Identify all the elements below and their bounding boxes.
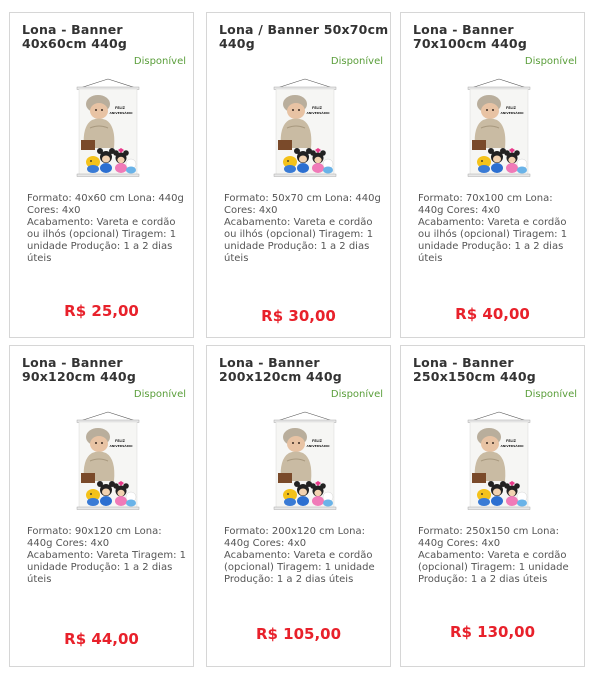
banner-image[interactable]: [467, 411, 531, 513]
product-card[interactable]: Lona - Banner 70x100cm 440g Disponível F…: [400, 12, 585, 338]
product-description: Formato: 50x70 cm Lona: 440g Cores: 4x0 …: [224, 193, 381, 264]
product-card[interactable]: Lona - Banner 200x120cm 440g Disponível …: [206, 345, 391, 667]
banner-image[interactable]: [76, 78, 140, 180]
product-price: R$ 40,00: [455, 305, 530, 323]
banner-image[interactable]: [273, 78, 337, 180]
banner-image[interactable]: [467, 78, 531, 180]
product-price: R$ 25,00: [64, 302, 139, 320]
product-title[interactable]: Lona - Banner 200x120cm 440g: [219, 356, 389, 384]
product-card[interactable]: Lona - Banner 250x150cm 440g Disponível …: [400, 345, 585, 667]
product-card[interactable]: Lona - Banner 90x120cm 440g Disponível F…: [9, 345, 194, 667]
product-price: R$ 130,00: [449, 623, 536, 641]
product-description: Formato: 40x60 cm Lona: 440g Cores: 4x0 …: [27, 193, 184, 264]
product-title[interactable]: Lona - Banner 70x100cm 440g: [413, 23, 583, 51]
availability-status: Disponível: [133, 389, 186, 400]
product-price: R$ 30,00: [261, 307, 336, 325]
banner-image[interactable]: [76, 411, 140, 513]
availability-status: Disponível: [133, 56, 186, 67]
product-price: R$ 44,00: [64, 630, 139, 648]
product-card[interactable]: Lona - Banner 40x60cm 440g Disponível Fo…: [9, 12, 194, 338]
availability-status: Disponível: [524, 389, 577, 400]
product-title[interactable]: Lona - Banner 40x60cm 440g: [22, 23, 192, 51]
availability-status: Disponível: [330, 56, 383, 67]
product-description: Formato: 200x120 cm Lona: 440g Cores: 4x…: [224, 526, 375, 585]
availability-status: Disponível: [524, 56, 577, 67]
product-description: Formato: 90x120 cm Lona: 440g Cores: 4x0…: [27, 526, 187, 585]
product-price: R$ 105,00: [255, 625, 342, 643]
product-card[interactable]: Lona / Banner 50x70cm 440g Disponível Fo…: [206, 12, 391, 338]
banner-image[interactable]: [273, 411, 337, 513]
availability-status: Disponível: [330, 389, 383, 400]
product-title[interactable]: Lona / Banner 50x70cm 440g: [219, 23, 389, 51]
product-title[interactable]: Lona - Banner 90x120cm 440g: [22, 356, 192, 384]
product-description: Formato: 70x100 cm Lona: 440g Cores: 4x0…: [418, 193, 568, 264]
product-title[interactable]: Lona - Banner 250x150cm 440g: [413, 356, 583, 384]
product-description: Formato: 250x150 cm Lona: 440g Cores: 4x…: [418, 526, 569, 585]
